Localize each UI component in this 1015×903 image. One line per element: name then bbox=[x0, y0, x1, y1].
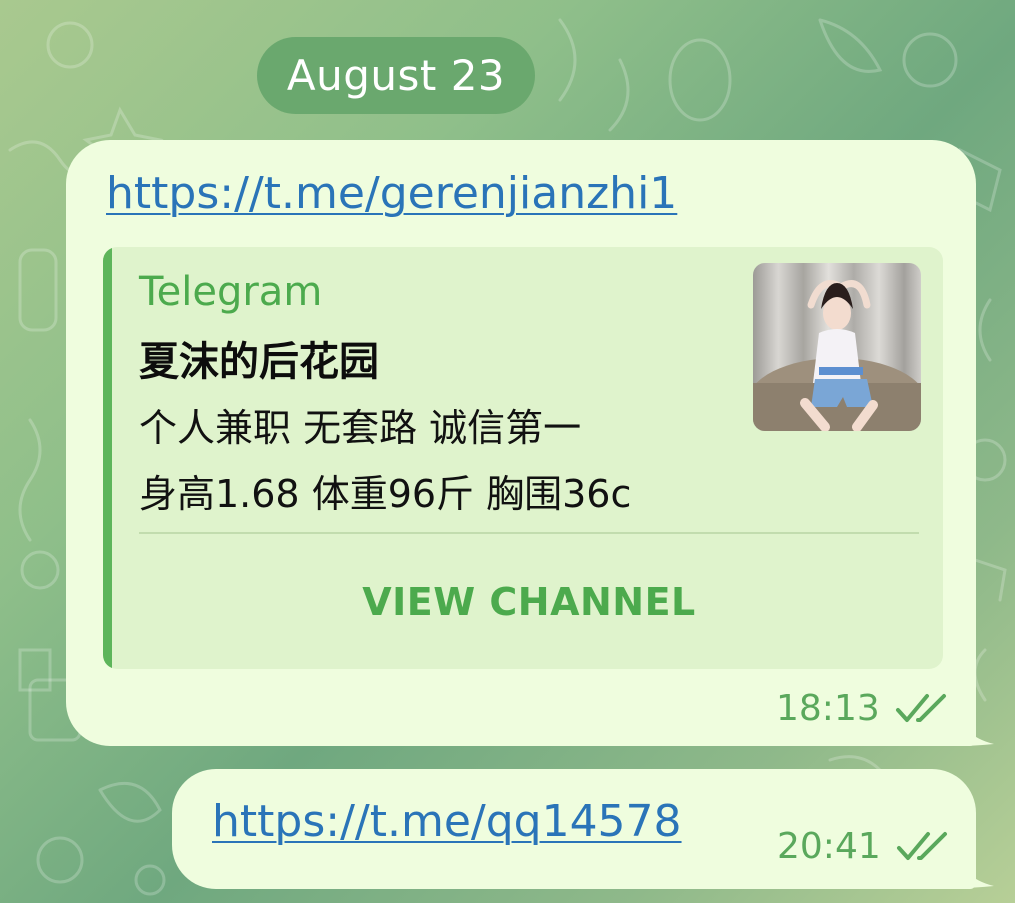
message-bubble[interactable]: https://t.me/qq14578 20:41 bbox=[172, 769, 976, 889]
preview-description-line: 身高1.68 体重96斤 胸围36c bbox=[139, 472, 632, 516]
preview-divider bbox=[139, 532, 919, 534]
double-check-icon bbox=[896, 831, 947, 860]
date-separator: August 23 bbox=[257, 37, 535, 114]
message-meta: 20:41 bbox=[777, 826, 957, 867]
preview-description-line: 个人兼职 无套路 诚信第一 bbox=[139, 406, 582, 450]
preview-thumbnail[interactable] bbox=[753, 263, 921, 431]
double-check-icon bbox=[895, 693, 946, 722]
date-label: August 23 bbox=[286, 51, 506, 100]
link-preview-card[interactable]: Telegram 夏沫的后花园 个人兼职 无套路 诚信第一 身高1.68 体重9… bbox=[103, 247, 943, 669]
preview-site-name: Telegram bbox=[139, 269, 323, 315]
message-link[interactable]: https://t.me/qq14578 bbox=[212, 796, 682, 847]
view-channel-button[interactable]: VIEW CHANNEL bbox=[139, 557, 919, 647]
bubble-tail bbox=[958, 848, 994, 888]
preview-title: 夏沫的后花园 bbox=[139, 339, 379, 385]
preview-description: 个人兼职 无套路 诚信第一 身高1.68 体重96斤 胸围36c bbox=[139, 395, 631, 527]
message-meta: 18:13 bbox=[776, 688, 956, 729]
bubble-tail bbox=[958, 706, 994, 746]
preview-accent-bar bbox=[103, 247, 112, 669]
message-time: 20:41 bbox=[777, 826, 881, 867]
message-link[interactable]: https://t.me/gerenjianzhi1 bbox=[106, 168, 677, 219]
message-time: 18:13 bbox=[776, 688, 880, 729]
message-bubble[interactable]: https://t.me/gerenjianzhi1 Telegram 夏沫的后… bbox=[66, 140, 976, 746]
